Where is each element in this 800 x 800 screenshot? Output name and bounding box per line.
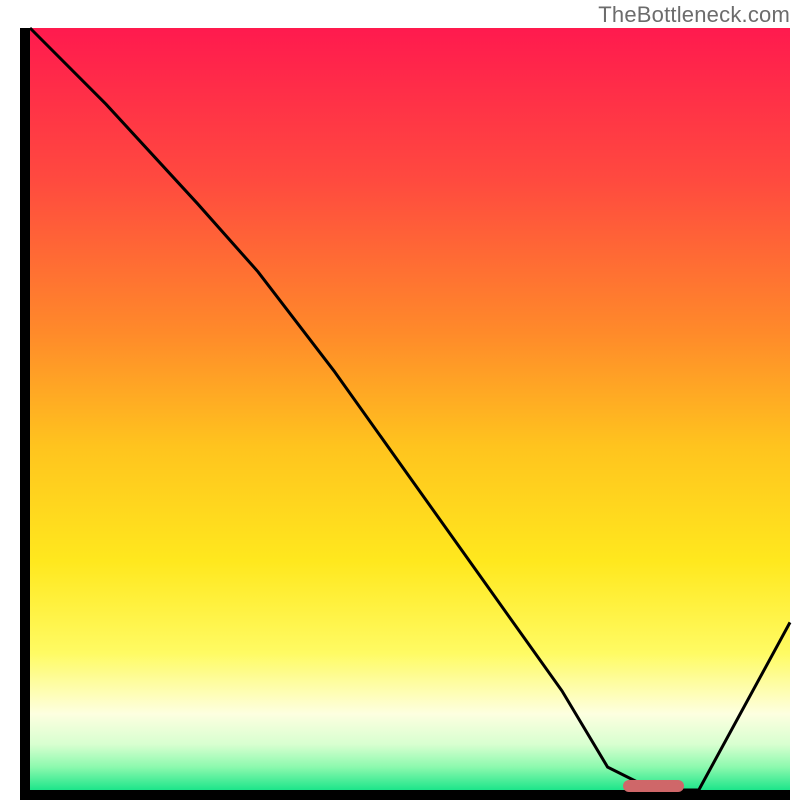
chart-container: TheBottleneck.com [0,0,800,800]
bottleneck-chart [0,0,800,800]
plot-background [30,28,790,790]
y-axis [20,28,30,800]
optimal-marker [623,780,684,792]
